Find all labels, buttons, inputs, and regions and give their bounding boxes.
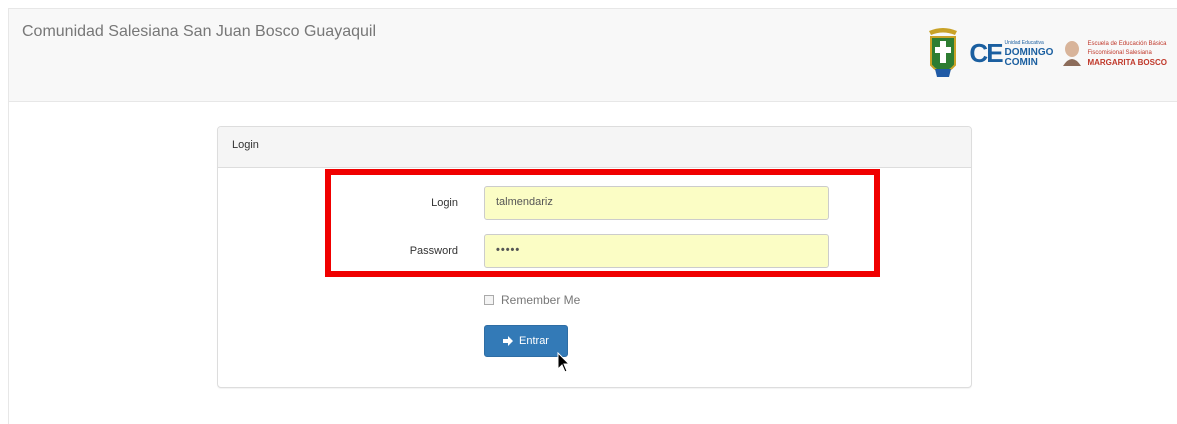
remember-me[interactable]: Remember Me [484, 293, 580, 307]
remember-label: Remember Me [501, 293, 581, 307]
remember-checkbox[interactable] [484, 295, 494, 305]
comin-mark: CE [969, 37, 1003, 68]
portrait-icon [1063, 41, 1082, 66]
entrar-label: Entrar [519, 335, 549, 347]
comin-line2: COMIN [1004, 57, 1038, 68]
credentials-highlight-box [325, 169, 880, 277]
school-logos: CE Unidad Educativa DOMINGO COMIN Escuel… [925, 23, 1167, 83]
margarita-big: MARGARITA BOSCO [1087, 57, 1167, 67]
page-divider [8, 102, 9, 424]
brand-title[interactable]: Comunidad Salesiana San Juan Bosco Guaya… [22, 23, 376, 41]
sign-in-icon [503, 336, 514, 346]
domingo-comin-logo: CE Unidad Educativa DOMINGO COMIN [969, 38, 1053, 69]
crest-logo-icon [929, 28, 958, 77]
margarita-small2: Fiscomisional Salesiana [1087, 49, 1152, 56]
margarita-bosco-logo: Escuela de Educación Básica Fiscomisiona… [1061, 40, 1167, 67]
top-navbar: Comunidad Salesiana San Juan Bosco Guaya… [8, 8, 1177, 102]
entrar-button[interactable]: Entrar [484, 325, 568, 357]
panel-heading: Login [218, 127, 971, 168]
margarita-small1: Escuela de Educación Básica [1087, 40, 1167, 47]
mouse-cursor-icon [557, 352, 571, 373]
